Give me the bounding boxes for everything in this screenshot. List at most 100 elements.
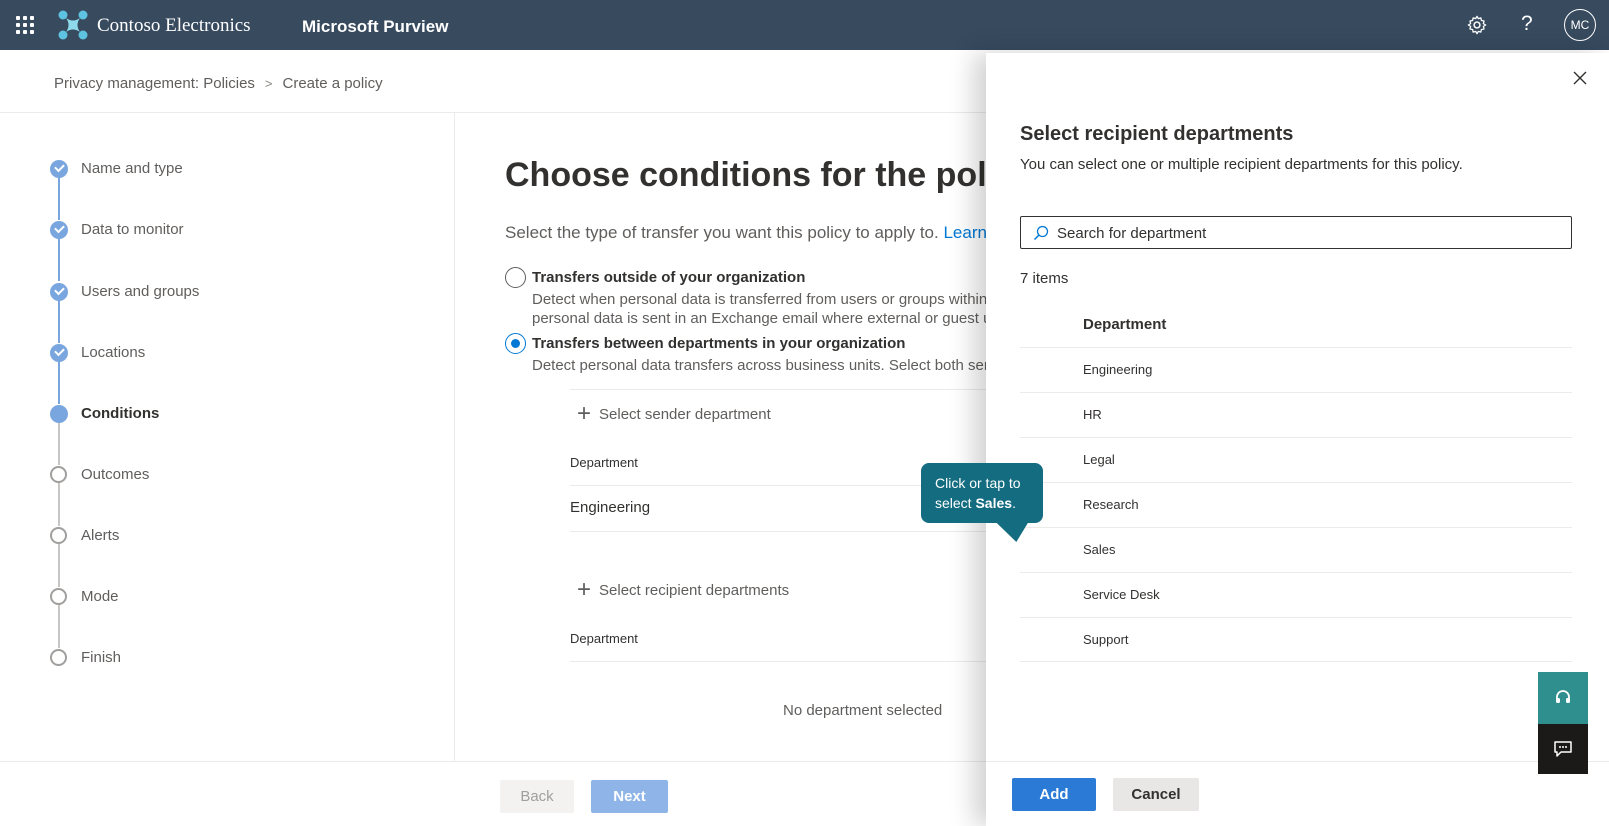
department-list: Engineering HR Legal Research Sales Serv… xyxy=(1020,347,1572,662)
org-name[interactable]: Contoso Electronics xyxy=(97,15,251,37)
item-count: 7 items xyxy=(1020,270,1069,287)
department-row-service-desk[interactable]: Service Desk xyxy=(1020,572,1572,617)
select-sender-department-label: Select sender department xyxy=(599,405,771,423)
department-search-box[interactable] xyxy=(1020,216,1572,249)
footer-divider xyxy=(0,761,986,762)
breadcrumb: Privacy management: Policies > Create a … xyxy=(54,75,383,92)
department-name: Service Desk xyxy=(1083,587,1160,602)
step-users-and-groups[interactable]: Users and groups xyxy=(50,283,430,313)
feedback-chat-icon xyxy=(1554,741,1572,757)
step-complete-check-icon xyxy=(50,283,68,301)
step-current-dot-icon xyxy=(50,405,68,423)
radio-button[interactable] xyxy=(505,267,526,288)
step-mode: Mode xyxy=(50,588,430,618)
user-avatar[interactable]: MC xyxy=(1564,9,1596,41)
step-outcomes: Outcomes xyxy=(50,466,430,496)
table-divider xyxy=(570,531,986,532)
recipient-department-column-header: Department xyxy=(570,631,638,646)
panel-footer-divider xyxy=(986,761,1609,762)
step-complete-check-icon xyxy=(50,221,68,239)
app-name[interactable]: Microsoft Purview xyxy=(302,17,448,37)
support-widget-button[interactable] xyxy=(1538,672,1588,724)
department-name: Engineering xyxy=(1083,362,1153,377)
option-title: Transfers between departments in your or… xyxy=(532,335,906,352)
step-pending-circle-icon xyxy=(50,649,67,666)
breadcrumb-item-create-policy: Create a policy xyxy=(282,75,383,92)
app-launcher-icon[interactable] xyxy=(16,16,34,34)
option-description: Detect personal data transfers across bu… xyxy=(532,356,1009,375)
feedback-widget-button[interactable] xyxy=(1538,724,1588,774)
department-row-support[interactable]: Support xyxy=(1020,617,1572,662)
back-button[interactable]: Back xyxy=(500,780,574,813)
add-button[interactable]: Add xyxy=(1012,778,1096,811)
option-title: Transfers outside of your organization xyxy=(532,269,806,286)
help-icon[interactable]: ? xyxy=(1521,12,1533,36)
top-bar: Contoso Electronics Microsoft Purview ? … xyxy=(0,0,1609,50)
settings-gear-icon[interactable] xyxy=(1466,14,1488,36)
next-button[interactable]: Next xyxy=(591,780,668,813)
select-recipient-departments-button[interactable]: + Select recipient departments xyxy=(577,576,790,603)
step-data-to-monitor[interactable]: Data to monitor xyxy=(50,221,430,251)
breadcrumb-item-policies[interactable]: Privacy management: Policies xyxy=(54,75,255,92)
option-description-line: Detect personal data transfers across bu… xyxy=(532,357,1009,374)
callout-highlight: Sales xyxy=(975,495,1013,511)
callout-text-end: . xyxy=(1012,495,1016,511)
department-name: HR xyxy=(1083,407,1102,422)
page-description: Select the type of transfer you want thi… xyxy=(505,223,1006,243)
headset-icon xyxy=(1556,690,1570,703)
step-locations[interactable]: Locations xyxy=(50,344,430,374)
sender-department-column-header: Department xyxy=(570,455,638,470)
page-description-text: Select the type of transfer you want thi… xyxy=(505,223,939,242)
option-description-line: personal data is sent in an Exchange ema… xyxy=(532,310,1008,327)
section-divider xyxy=(570,389,986,390)
step-label: Outcomes xyxy=(81,466,150,483)
step-pending-circle-icon xyxy=(50,527,67,544)
step-label: Locations xyxy=(81,344,146,361)
page-title: Choose conditions for the polic xyxy=(505,156,1015,194)
option-description: Detect when personal data is transferred… xyxy=(532,290,1007,328)
department-name: Research xyxy=(1083,497,1139,512)
step-label: Name and type xyxy=(81,160,183,177)
plus-icon: + xyxy=(577,400,592,427)
panel-subtitle: You can select one or multiple recipient… xyxy=(1020,156,1463,173)
step-conditions[interactable]: Conditions xyxy=(50,405,430,435)
step-label: Conditions xyxy=(81,405,160,422)
stepper-divider xyxy=(454,113,455,761)
department-search-input[interactable] xyxy=(1057,221,1557,245)
step-label: Mode xyxy=(81,588,119,605)
select-recipient-departments-label: Select recipient departments xyxy=(599,581,790,599)
select-sender-department-button[interactable]: + Select sender department xyxy=(577,400,771,427)
department-row-legal[interactable]: Legal xyxy=(1020,437,1572,482)
step-label: Alerts xyxy=(81,527,120,544)
cancel-button[interactable]: Cancel xyxy=(1113,778,1199,811)
step-complete-check-icon xyxy=(50,344,68,362)
search-icon xyxy=(1033,225,1049,241)
breadcrumb-separator-icon: > xyxy=(264,76,273,91)
step-finish: Finish xyxy=(50,649,430,679)
step-name-and-type[interactable]: Name and type xyxy=(50,160,430,190)
step-complete-check-icon xyxy=(50,160,68,178)
department-name: Legal xyxy=(1083,452,1115,467)
plus-icon: + xyxy=(577,576,592,603)
sender-department-row: Engineering xyxy=(570,499,651,516)
radio-button-selected[interactable] xyxy=(505,333,526,354)
table-divider xyxy=(570,661,986,662)
department-row-research[interactable]: Research xyxy=(1020,482,1572,527)
panel-title: Select recipient departments xyxy=(1020,123,1294,145)
step-alerts: Alerts xyxy=(50,527,430,557)
step-label: Finish xyxy=(81,649,122,666)
guidance-callout: Click or tap to select Sales. xyxy=(921,463,1043,523)
department-row-sales[interactable]: Sales xyxy=(1020,527,1572,572)
step-pending-circle-icon xyxy=(50,588,67,605)
department-row-engineering[interactable]: Engineering xyxy=(1020,347,1572,392)
step-pending-circle-icon xyxy=(50,466,67,483)
option-description-line: Detect when personal data is transferred… xyxy=(532,291,999,308)
close-icon[interactable] xyxy=(1572,70,1588,86)
contoso-logo-icon xyxy=(58,10,88,40)
step-label: Users and groups xyxy=(81,283,200,300)
department-name: Support xyxy=(1083,632,1129,647)
department-row-hr[interactable]: HR xyxy=(1020,392,1572,437)
department-name: Sales xyxy=(1083,542,1116,557)
department-column-header[interactable]: Department xyxy=(1083,316,1166,333)
recipient-empty-state: No department selected xyxy=(783,702,943,719)
